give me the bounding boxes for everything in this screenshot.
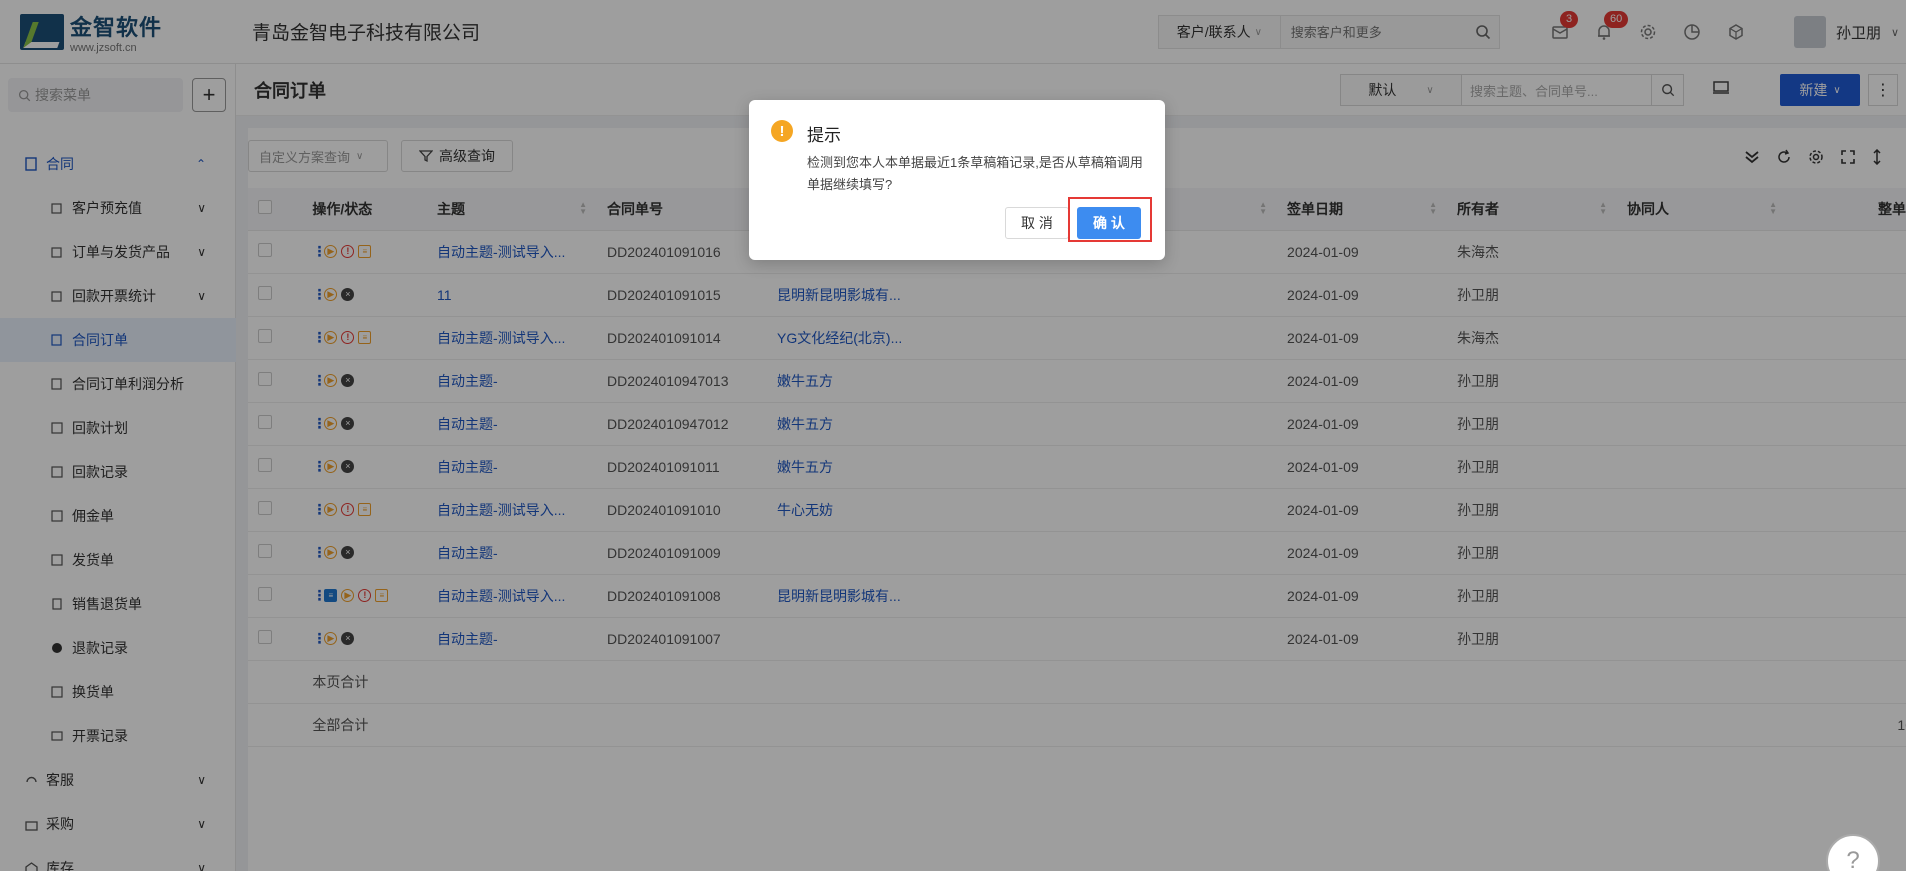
dialog-title: 提示 xyxy=(807,126,841,145)
dialog-message: 检测到您本人本单据最近1条草稿箱记录,是否从草稿箱调用单据继续填写? xyxy=(807,155,1143,192)
draft-prompt-dialog: ! 提示 检测到您本人本单据最近1条草稿箱记录,是否从草稿箱调用单据继续填写? … xyxy=(749,100,1165,260)
cancel-button[interactable]: 取 消 xyxy=(1005,207,1069,239)
confirm-button[interactable]: 确 认 xyxy=(1077,207,1141,239)
warning-icon: ! xyxy=(771,120,793,142)
